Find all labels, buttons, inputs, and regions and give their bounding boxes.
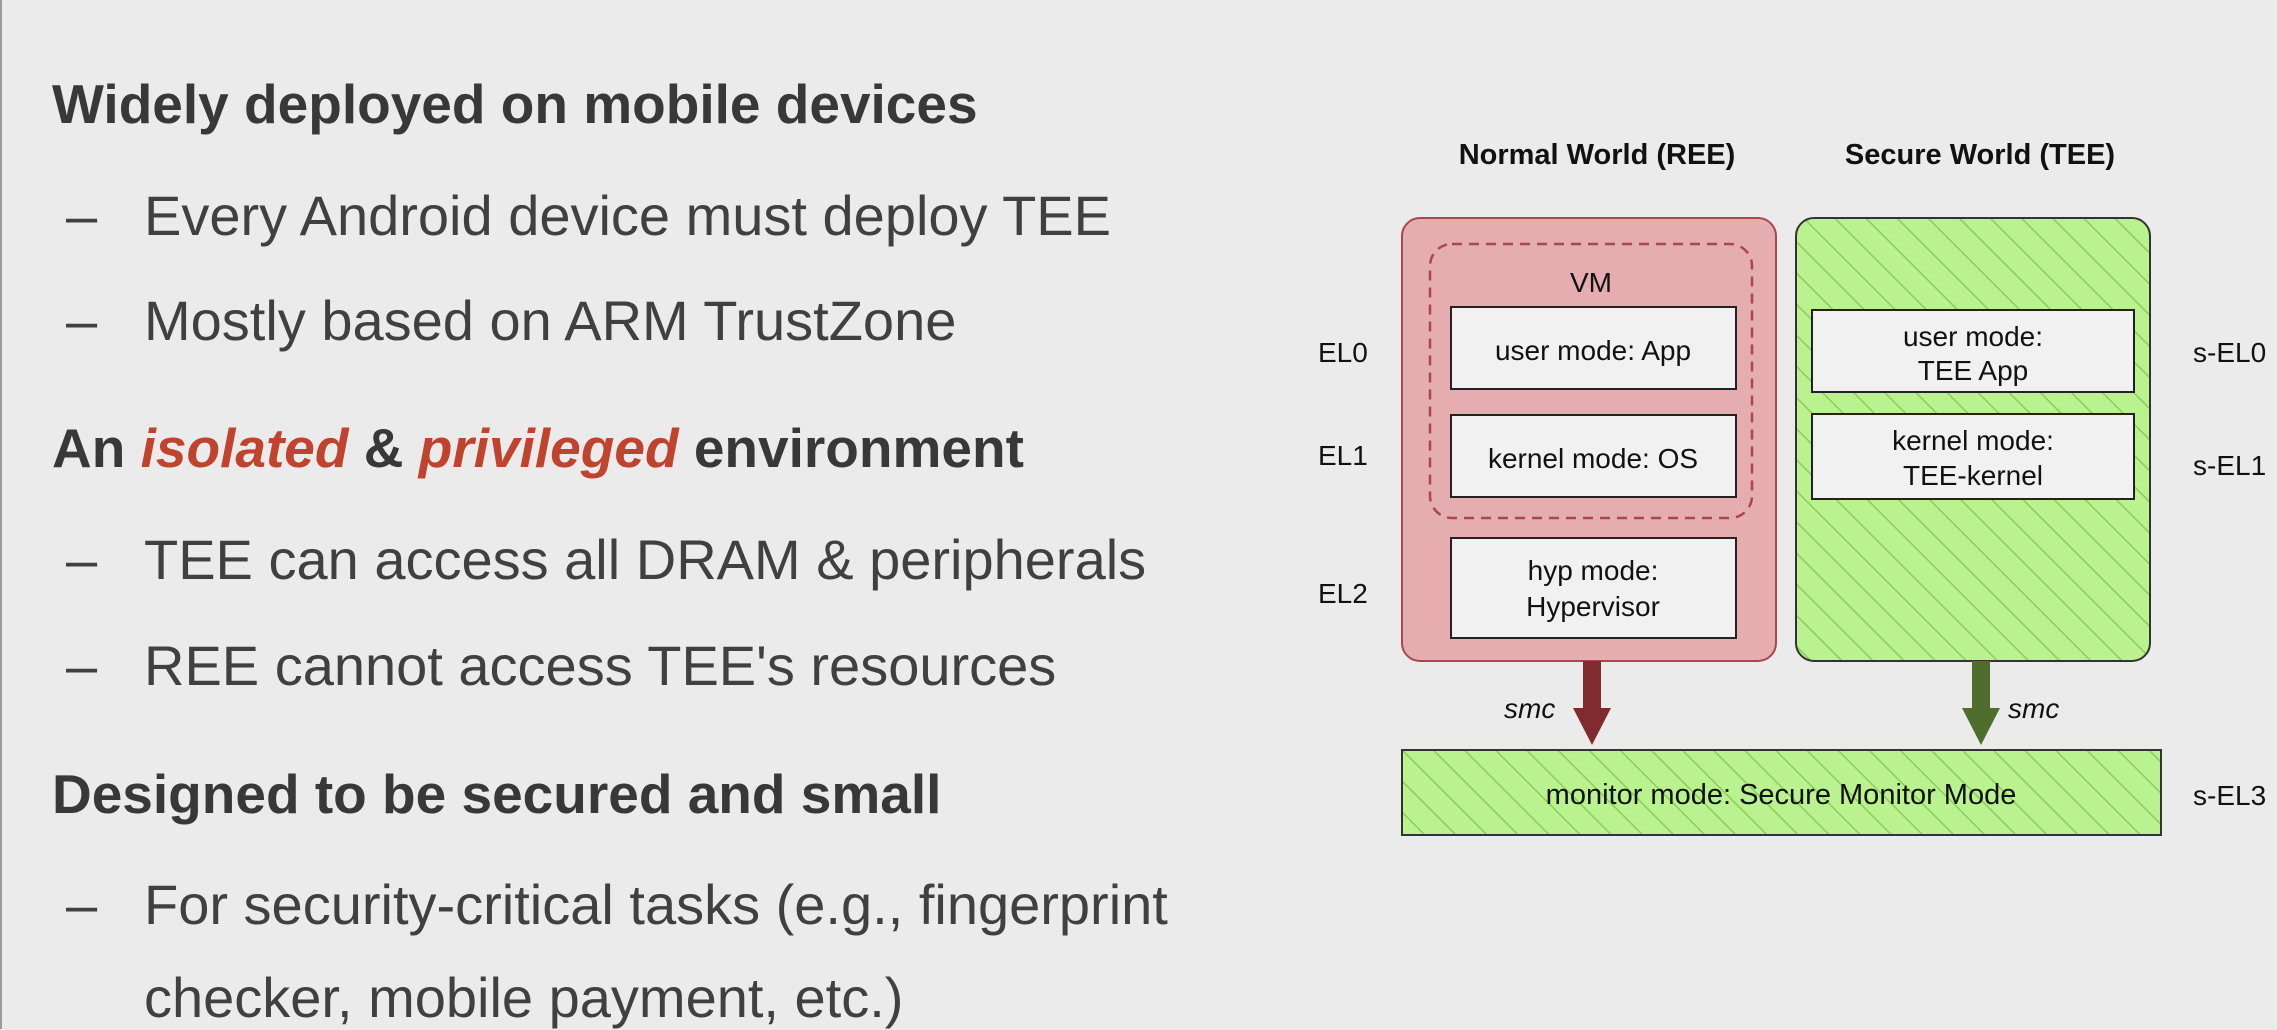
smc-arrow-normal	[1573, 661, 1611, 745]
vm-label: VM	[1570, 267, 1612, 298]
smc-label-secure: smc	[2008, 693, 2059, 724]
bullet-ree-cannot: – REE cannot access TEE's resources	[66, 634, 1057, 697]
monitor-mode-label: monitor mode: Secure Monitor Mode	[1546, 779, 2017, 811]
heading-isolated-privileged: An isolated & privileged environment	[52, 416, 1024, 480]
smc-arrow-secure	[1962, 661, 2000, 745]
left-border-line	[0, 0, 2, 1029]
hypervisor-label-line2: Hypervisor	[1526, 591, 1660, 622]
bullet-continuation: checker, mobile payment, etc.)	[144, 966, 904, 1029]
level-s-el0-label: s-EL0	[2193, 337, 2266, 368]
level-el1-label: EL1	[1318, 440, 1368, 471]
heading-widely-deployed: Widely deployed on mobile devices	[52, 73, 978, 135]
level-el2-label: EL2	[1318, 578, 1368, 609]
tee-kernel-label-line2: TEE-kernel	[1903, 460, 2043, 491]
heading-part: An	[52, 417, 141, 479]
bullet-security-tasks: – For security-critical tasks (e.g., fing…	[66, 873, 1168, 936]
secure-world-title: Secure World (TEE)	[1845, 139, 2115, 171]
bullet-text: For security-critical tasks (e.g., finge…	[144, 873, 1168, 936]
bullet-text: Every Android device must deploy TEE	[144, 184, 1112, 247]
level-s-el1-label: s-EL1	[2193, 450, 2266, 481]
heading-secured-small: Designed to be secured and small	[52, 763, 942, 825]
tee-kernel-label-line1: kernel mode:	[1892, 425, 2054, 456]
bullet-tee-access: – TEE can access all DRAM & peripherals	[66, 528, 1147, 591]
tee-app-label-line2: TEE App	[1918, 355, 2029, 386]
heading-part: environment	[678, 417, 1024, 479]
level-el0-label: EL0	[1318, 337, 1368, 368]
smc-label-normal: smc	[1504, 693, 1555, 724]
bullet-text: REE cannot access TEE's resources	[144, 634, 1057, 697]
bullet-text: TEE can access all DRAM & peripherals	[144, 528, 1147, 591]
tee-app-label-line1: user mode:	[1903, 321, 2043, 352]
hypervisor-label-line1: hyp mode:	[1528, 555, 1659, 586]
heading-isolated-word: isolated	[140, 417, 349, 479]
bullet-arm-trustzone: – Mostly based on ARM TrustZone	[66, 289, 957, 352]
level-s-el3-label: s-EL3	[2193, 780, 2266, 811]
bullet-text: Mostly based on ARM TrustZone	[144, 289, 957, 352]
heading-part: &	[348, 417, 419, 479]
normal-world-title: Normal World (REE)	[1459, 139, 1736, 171]
bullet-android-tee: – Every Android device must deploy TEE	[66, 184, 1112, 247]
hypervisor-box	[1450, 537, 1737, 639]
heading-privileged-word: privileged	[418, 417, 679, 479]
kernel-mode-os-label: kernel mode: OS	[1488, 443, 1698, 474]
user-mode-app-label: user mode: App	[1495, 335, 1691, 366]
trustzone-diagram: Normal World (REE) Secure World (TEE) VM…	[1318, 139, 2266, 836]
